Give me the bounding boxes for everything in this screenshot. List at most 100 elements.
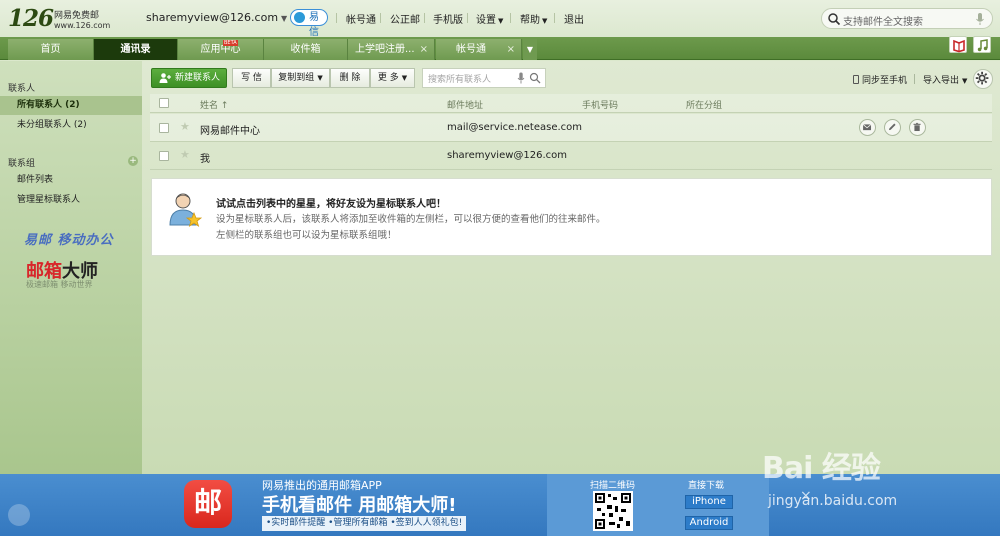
sidebar-item-label: 未分组联系人 (2)	[17, 120, 87, 130]
mail-search-placeholder: 支持邮件全文搜索	[843, 17, 923, 28]
table-row[interactable]: ★ 网易邮件中心 mail@service.netease.com	[150, 114, 992, 142]
edit-contact-action[interactable]	[884, 119, 901, 136]
tab-label: 收件箱	[290, 44, 321, 55]
sidebar-item-ungrouped[interactable]: 未分组联系人 (2)	[0, 116, 142, 135]
contacts-main: 新建联系人 写 信 复制到组 ▼ 删 除 更 多 ▼ 搜索所有联系人 同步至手机 导…	[142, 61, 1000, 474]
delete-label: 删 除	[339, 73, 361, 83]
row-checkbox[interactable]	[159, 123, 169, 133]
sidebar-item-label: 管理星标联系人	[17, 195, 81, 205]
nav-divider	[467, 13, 468, 23]
nav-justice-mail-link[interactable]: 公正邮	[390, 11, 420, 26]
sync-to-phone-button[interactable]: 同步至手机	[853, 73, 907, 86]
chevron-down-icon: ▼	[281, 14, 288, 23]
music-app-button[interactable]	[973, 36, 991, 53]
baidu-watermark-logo: Bai 经验	[762, 451, 881, 486]
account-email: sharemyview@126.com	[146, 11, 279, 24]
search-icon	[828, 13, 841, 26]
tab-contacts[interactable]: 通讯录	[94, 39, 178, 60]
tip-line-2: 左侧栏的联系组也可以设为星标联系组哦！	[216, 230, 397, 241]
contact-search-placeholder: 搜索所有联系人	[428, 75, 492, 85]
write-mail-button[interactable]: 写 信	[232, 68, 271, 88]
sidebar-item-all-contacts[interactable]: 所有联系人 (2)	[0, 96, 142, 115]
column-name[interactable]: 姓名 ↑	[200, 98, 228, 111]
logo-name: 网易免费邮	[54, 11, 100, 21]
banner-download-area	[547, 474, 769, 536]
more-button[interactable]: 更 多 ▼	[370, 68, 415, 88]
contact-name[interactable]: 网易邮件中心	[200, 122, 260, 137]
column-email: 邮件地址	[447, 101, 484, 111]
write-mail-label: 写 信	[241, 73, 262, 83]
delete-contact-action[interactable]	[909, 119, 926, 136]
tab-app-center[interactable]: 应用中心 BETA	[178, 39, 264, 60]
pencil-icon	[888, 123, 896, 131]
tab-inbox[interactable]: 收件箱	[264, 39, 348, 60]
tab-label: 上学吧注册...	[355, 44, 415, 55]
nav-logout-link[interactable]: 退出	[564, 11, 584, 26]
microphone-icon[interactable]	[517, 72, 525, 84]
chevron-down-icon: ▼	[542, 17, 548, 25]
new-contact-button[interactable]: 新建联系人	[151, 68, 227, 88]
copy-to-group-label: 复制到组	[278, 73, 315, 83]
read-app-button[interactable]	[949, 36, 967, 53]
gear-icon	[975, 71, 989, 85]
account-menu[interactable]: sharemyview@126.com ▼	[146, 11, 287, 24]
search-icon[interactable]	[529, 72, 541, 84]
tab-label: 通讯录	[120, 44, 151, 55]
music-note-icon	[977, 39, 988, 52]
sidebar-item-manage-starred[interactable]: 管理星标联系人	[0, 191, 142, 210]
contact-email[interactable]: sharemyview@126.com	[447, 150, 567, 161]
delete-button[interactable]: 删 除	[330, 68, 370, 88]
nav-account-link[interactable]: 帐号通	[346, 11, 376, 26]
top-header: 126 网易免费邮 www.126.com sharemyview@126.co…	[0, 0, 1000, 38]
logo-126[interactable]: 126 网易免费邮 www.126.com	[8, 5, 110, 33]
android-download-button[interactable]: Android	[685, 516, 733, 530]
microphone-icon[interactable]	[975, 12, 985, 26]
close-icon[interactable]: ×	[507, 39, 515, 60]
iphone-download-button[interactable]: iPhone	[685, 495, 733, 509]
promo-subtitle: 极速邮箱 移动世界	[26, 280, 93, 289]
contact-name[interactable]: 我	[200, 150, 210, 165]
send-mail-action[interactable]	[859, 119, 876, 136]
column-group: 所在分组	[686, 101, 723, 111]
logo-number: 126	[8, 5, 54, 32]
toolbar-divider	[914, 74, 915, 84]
row-checkbox[interactable]	[159, 151, 169, 161]
select-all-checkbox[interactable]	[159, 98, 169, 108]
tab-overflow-button[interactable]: ▼	[523, 39, 537, 60]
settings-button[interactable]	[973, 69, 993, 89]
sidebar-item-mail-list[interactable]: 邮件列表	[0, 171, 142, 190]
close-icon[interactable]: ×	[420, 39, 428, 60]
add-group-icon[interactable]: +	[128, 156, 138, 166]
trash-icon	[913, 122, 921, 132]
qr-code	[593, 491, 633, 531]
chevron-down-icon: ▼	[401, 74, 408, 82]
feedback-widget[interactable]	[8, 504, 30, 526]
tab-bar: 首页 通讯录 应用中心 BETA 收件箱 上学吧注册... × 帐号通 × ▼	[0, 36, 1000, 60]
mail-search-box[interactable]: 支持邮件全文搜索	[821, 8, 993, 29]
copy-to-group-button[interactable]: 复制到组 ▼	[271, 68, 330, 88]
nav-settings-label: 设置	[476, 15, 496, 26]
nav-settings-menu[interactable]: 设置 ▼	[476, 11, 503, 26]
new-contact-label: 新建联系人	[175, 73, 221, 83]
tab-account-pass[interactable]: 帐号通 ×	[436, 39, 522, 60]
tab-school-register[interactable]: 上学吧注册... ×	[348, 39, 435, 60]
nav-help-label: 帮助	[520, 15, 540, 26]
nav-help-menu[interactable]: 帮助 ▼	[520, 11, 547, 26]
tip-title: 试试点击列表中的星星，将好友设为星标联系人吧！	[216, 199, 446, 210]
table-row[interactable]: ★ 我 sharemyview@126.com	[150, 142, 992, 170]
yixin-button[interactable]: 易信	[290, 9, 328, 38]
nav-divider	[336, 13, 337, 23]
import-export-button[interactable]: 导入导出 ▼	[923, 73, 967, 86]
contact-email[interactable]: mail@service.netease.com	[447, 122, 582, 133]
direct-download-label: 直接下载	[688, 481, 725, 491]
nav-mobile-link[interactable]: 手机版	[433, 11, 463, 26]
tab-home[interactable]: 首页	[8, 39, 94, 60]
banner-features: •实时邮件提醒 •管理所有邮箱 •签到人人领礼包!	[262, 516, 467, 531]
nav-divider	[554, 13, 555, 23]
contacts-sidebar: 联系人 所有联系人 (2) 未分组联系人 (2) 联系组 + 邮件列表 管理星标…	[0, 61, 142, 474]
star-icon[interactable]: ★	[180, 148, 190, 161]
android-download-label: Android	[689, 517, 729, 528]
star-icon[interactable]: ★	[180, 120, 190, 133]
chevron-down-icon: ▼	[962, 77, 968, 85]
contact-search-input[interactable]: 搜索所有联系人	[422, 68, 546, 88]
